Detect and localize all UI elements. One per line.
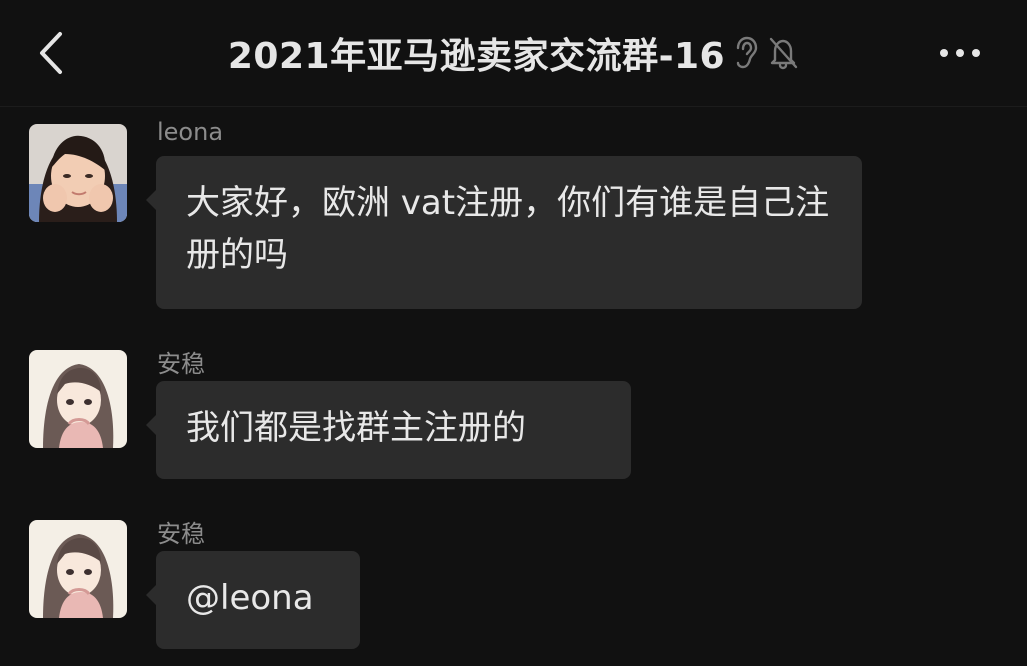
avatar-illustrated-girl[interactable] — [29, 350, 127, 448]
more-dots-icon — [940, 49, 980, 57]
back-button[interactable] — [30, 26, 74, 80]
chat-title[interactable]: 2021年亚马逊卖家交流群-16 — [228, 27, 725, 79]
sender-name: 安稳 — [157, 520, 205, 548]
more-button[interactable] — [930, 36, 990, 70]
avatar-image — [29, 350, 127, 448]
avatar-image — [29, 124, 127, 222]
message-text: @leona — [186, 578, 314, 618]
chevron-left-icon — [40, 32, 62, 74]
ear-icon — [736, 36, 758, 69]
message-text: 大家好，欧洲 vat注册，你们有谁是自己注册的吗 — [186, 183, 830, 275]
chat-header: 2021年亚马逊卖家交流群-16 — [0, 0, 1027, 107]
sender-name: 安稳 — [157, 350, 205, 378]
message-bubble[interactable]: 我们都是找群主注册的 — [146, 381, 631, 479]
message-bubble[interactable]: 大家好，欧洲 vat注册，你们有谁是自己注册的吗 — [146, 156, 862, 309]
sender-name: leona — [157, 118, 224, 146]
avatar-photo-girl[interactable] — [29, 124, 127, 222]
avatar-illustrated-girl[interactable] — [29, 520, 127, 618]
message-text: 我们都是找群主注册的 — [186, 408, 526, 448]
bell-muted-icon — [769, 37, 798, 70]
avatar-image — [29, 520, 127, 618]
message-bubble[interactable]: @leona — [146, 551, 360, 649]
